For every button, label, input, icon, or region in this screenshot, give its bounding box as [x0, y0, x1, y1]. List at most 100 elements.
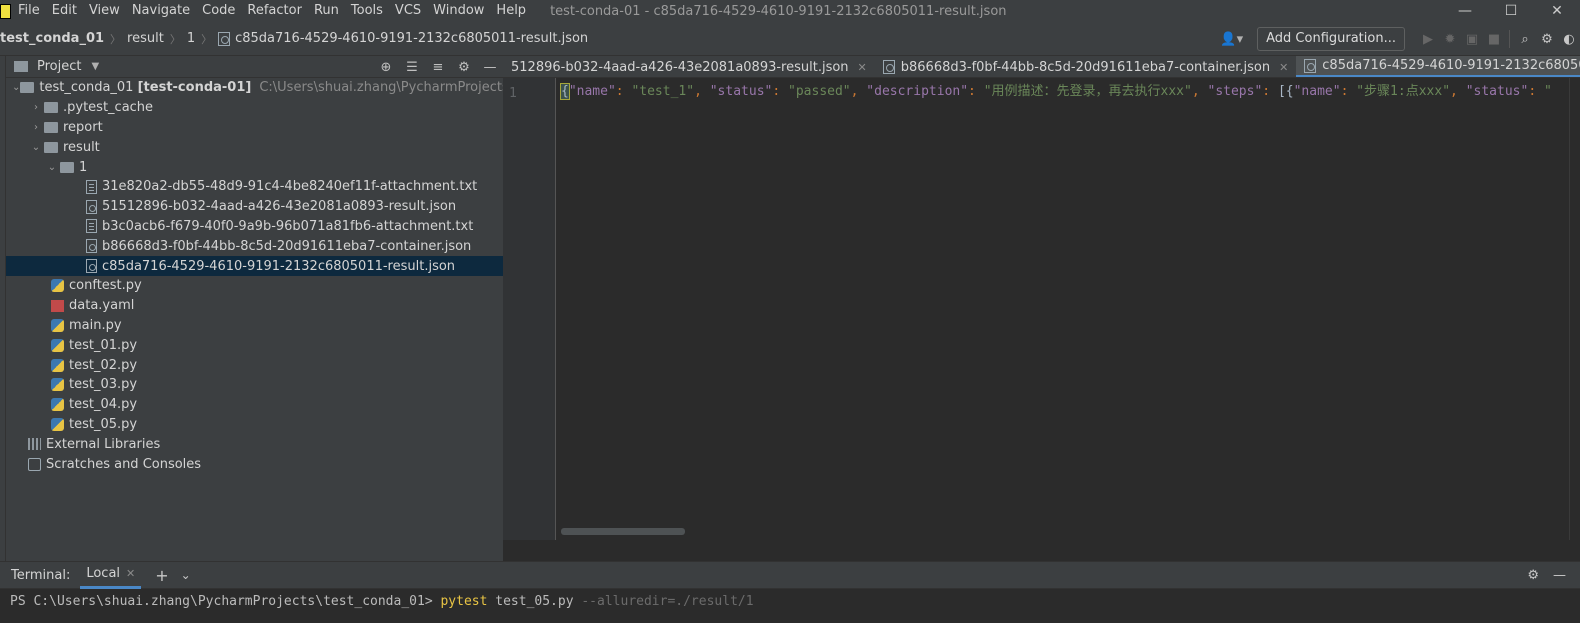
tree-file[interactable]: b86668d3-f0bf-44bb-8c5d-20d91611eba7-con…: [6, 236, 503, 256]
collapse-all-icon[interactable]: ≡: [425, 56, 451, 78]
menu-window[interactable]: Window: [427, 0, 490, 22]
breadcrumb-project[interactable]: test_conda_01: [0, 31, 108, 46]
toolbar-divider: [1509, 30, 1510, 48]
tree-test-file[interactable]: test_01.py: [6, 335, 503, 355]
gear-icon[interactable]: ⚙: [1537, 29, 1557, 49]
menu-edit[interactable]: Edit: [46, 0, 83, 22]
json-file-icon: [1304, 58, 1317, 73]
close-icon[interactable]: ✕: [126, 567, 135, 580]
menu-run[interactable]: Run: [308, 0, 345, 22]
menu-vcs[interactable]: VCS: [389, 0, 427, 22]
close-icon[interactable]: ✕: [1279, 61, 1288, 74]
coverage-icon[interactable]: ▣: [1462, 29, 1482, 49]
chevron-right-icon: 〉: [201, 32, 213, 46]
menu-navigate[interactable]: Navigate: [126, 0, 196, 22]
tree-file[interactable]: b3c0acb6-f679-40f0-9a9b-96b071a81fb6-att…: [6, 217, 503, 237]
tree-root[interactable]: ⌄ test_conda_01 [test-conda-01] C:\Users…: [6, 78, 503, 98]
search-icon[interactable]: ⌕: [1515, 29, 1535, 49]
add-configuration-button[interactable]: Add Configuration...: [1257, 27, 1405, 51]
tree-file-selected[interactable]: c85da716-4529-4610-9191-2132c6805011-res…: [6, 256, 503, 276]
tree-file[interactable]: 31e820a2-db55-48d9-91c4-4be8240ef11f-att…: [6, 177, 503, 197]
python-file-icon: [51, 378, 64, 392]
close-icon[interactable]: ✕: [858, 61, 867, 74]
code-string: "用例描述：先登录，再去执行xxx": [983, 84, 1192, 99]
tree-test-file[interactable]: test_02.py: [6, 355, 503, 375]
terminal-prompt: PS C:\Users\shuai.zhang\PycharmProjects\…: [10, 594, 441, 609]
gear-icon[interactable]: ⚙: [1527, 568, 1539, 583]
chevron-down-icon[interactable]: ⌄: [28, 142, 44, 153]
chevron-right-icon[interactable]: ›: [28, 102, 44, 113]
tree-item-label: 51512896-b032-4aad-a426-43e2081a0893-res…: [102, 199, 457, 215]
terminal-command-line[interactable]: PS C:\Users\shuai.zhang\PycharmProjects\…: [10, 594, 754, 609]
tree-folder-1[interactable]: ⌄ 1: [6, 157, 503, 177]
add-terminal-icon[interactable]: +: [155, 566, 168, 585]
menu-refactor[interactable]: Refactor: [241, 0, 308, 22]
expand-all-icon[interactable]: ☰: [399, 56, 425, 78]
hide-panel-icon[interactable]: —: [477, 56, 503, 78]
editor-tab[interactable]: b86668d3-f0bf-44bb-8c5d-20d91611eba7-con…: [875, 56, 1297, 77]
tree-result[interactable]: ⌄ result: [6, 137, 503, 157]
terminal-options: --alluredir=./result/1: [573, 594, 754, 609]
breadcrumb-result[interactable]: result: [123, 31, 168, 46]
chevron-down-icon[interactable]: ⌄: [12, 82, 20, 93]
project-view-selector[interactable]: Project: [37, 59, 81, 74]
tree-test-file[interactable]: test_03.py: [6, 375, 503, 395]
maximize-button[interactable]: ☐: [1488, 0, 1534, 22]
minimize-button[interactable]: —: [1442, 0, 1488, 22]
close-button[interactable]: ✕: [1534, 0, 1580, 22]
gear-icon[interactable]: ⚙: [451, 56, 477, 78]
breadcrumb-folder-1[interactable]: 1: [183, 31, 199, 46]
breadcrumb-file[interactable]: c85da716-4529-4610-9191-2132c6805011-res…: [214, 31, 592, 46]
hide-panel-icon[interactable]: —: [1553, 568, 1566, 583]
tree-item-label: conftest.py: [69, 278, 142, 294]
tree-main[interactable]: main.py: [6, 316, 503, 336]
python-file-icon: [51, 358, 64, 372]
editor-tab[interactable]: 512896-b032-4aad-a426-43e2081a0893-resul…: [503, 56, 875, 77]
python-file-icon: [51, 338, 64, 352]
folder-icon: [44, 141, 58, 153]
chevron-right-icon[interactable]: ›: [28, 122, 44, 133]
text-file-icon: [86, 219, 97, 234]
editor-tab-active[interactable]: c85da716-4529-4610-9191-2132c6805011-res…: [1296, 56, 1580, 77]
code-punct: :: [968, 84, 984, 99]
user-icon[interactable]: 👤▾: [1220, 32, 1243, 47]
code-key: "name": [568, 84, 616, 99]
code-string: ": [1543, 84, 1552, 99]
code-punct: :: [1528, 84, 1544, 99]
window-controls: — ☐ ✕: [1442, 0, 1580, 22]
terminal-tab-local[interactable]: Local ✕: [80, 562, 142, 589]
tree-external-libraries[interactable]: External Libraries: [6, 434, 503, 454]
tree-item-label: test_02.py: [69, 357, 138, 373]
tree-scratches[interactable]: Scratches and Consoles: [6, 454, 503, 474]
tree-test-file[interactable]: test_05.py: [6, 415, 503, 435]
menu-view[interactable]: View: [83, 0, 126, 22]
tree-pytest-cache[interactable]: › .pytest_cache: [6, 98, 503, 118]
tree-item-label: b86668d3-f0bf-44bb-8c5d-20d91611eba7-con…: [102, 238, 472, 254]
tree-item-label: c85da716-4529-4610-9191-2132c6805011-res…: [102, 258, 456, 274]
menu-help[interactable]: Help: [490, 0, 532, 22]
run-icon[interactable]: ▶: [1418, 29, 1438, 49]
code-punct: ,: [850, 84, 867, 99]
chevron-down-icon[interactable]: ▼: [91, 61, 99, 72]
code-line[interactable]: {"name": "test_1", "status": "passed", "…: [560, 83, 1552, 100]
root-module: [test-conda-01]: [137, 80, 252, 96]
tree-test-file[interactable]: test_04.py: [6, 395, 503, 415]
locate-icon[interactable]: ⊕: [373, 56, 399, 78]
tree-conftest[interactable]: conftest.py: [6, 276, 503, 296]
navigation-bar: test_conda_01 〉 result 〉 1 〉 c85da716-45…: [0, 22, 1580, 56]
menu-file[interactable]: File: [18, 0, 46, 22]
chevron-down-icon[interactable]: ⌄: [44, 162, 60, 173]
menu-tools[interactable]: Tools: [345, 0, 389, 22]
ide-features-icon[interactable]: ◐: [1559, 29, 1579, 49]
json-file-icon: [86, 199, 97, 214]
json-file-icon: [86, 239, 97, 254]
editor-horizontal-scrollbar[interactable]: [561, 528, 685, 535]
chevron-down-icon[interactable]: ⌄: [181, 568, 191, 582]
tree-report[interactable]: › report: [6, 118, 503, 138]
tree-file[interactable]: 51512896-b032-4aad-a426-43e2081a0893-res…: [6, 197, 503, 217]
menu-code[interactable]: Code: [196, 0, 241, 22]
stop-icon[interactable]: ■: [1484, 29, 1504, 49]
debug-icon[interactable]: ✹: [1440, 29, 1460, 49]
tree-data-yaml[interactable]: data.yaml: [6, 296, 503, 316]
tree-item-label: result: [63, 139, 100, 155]
